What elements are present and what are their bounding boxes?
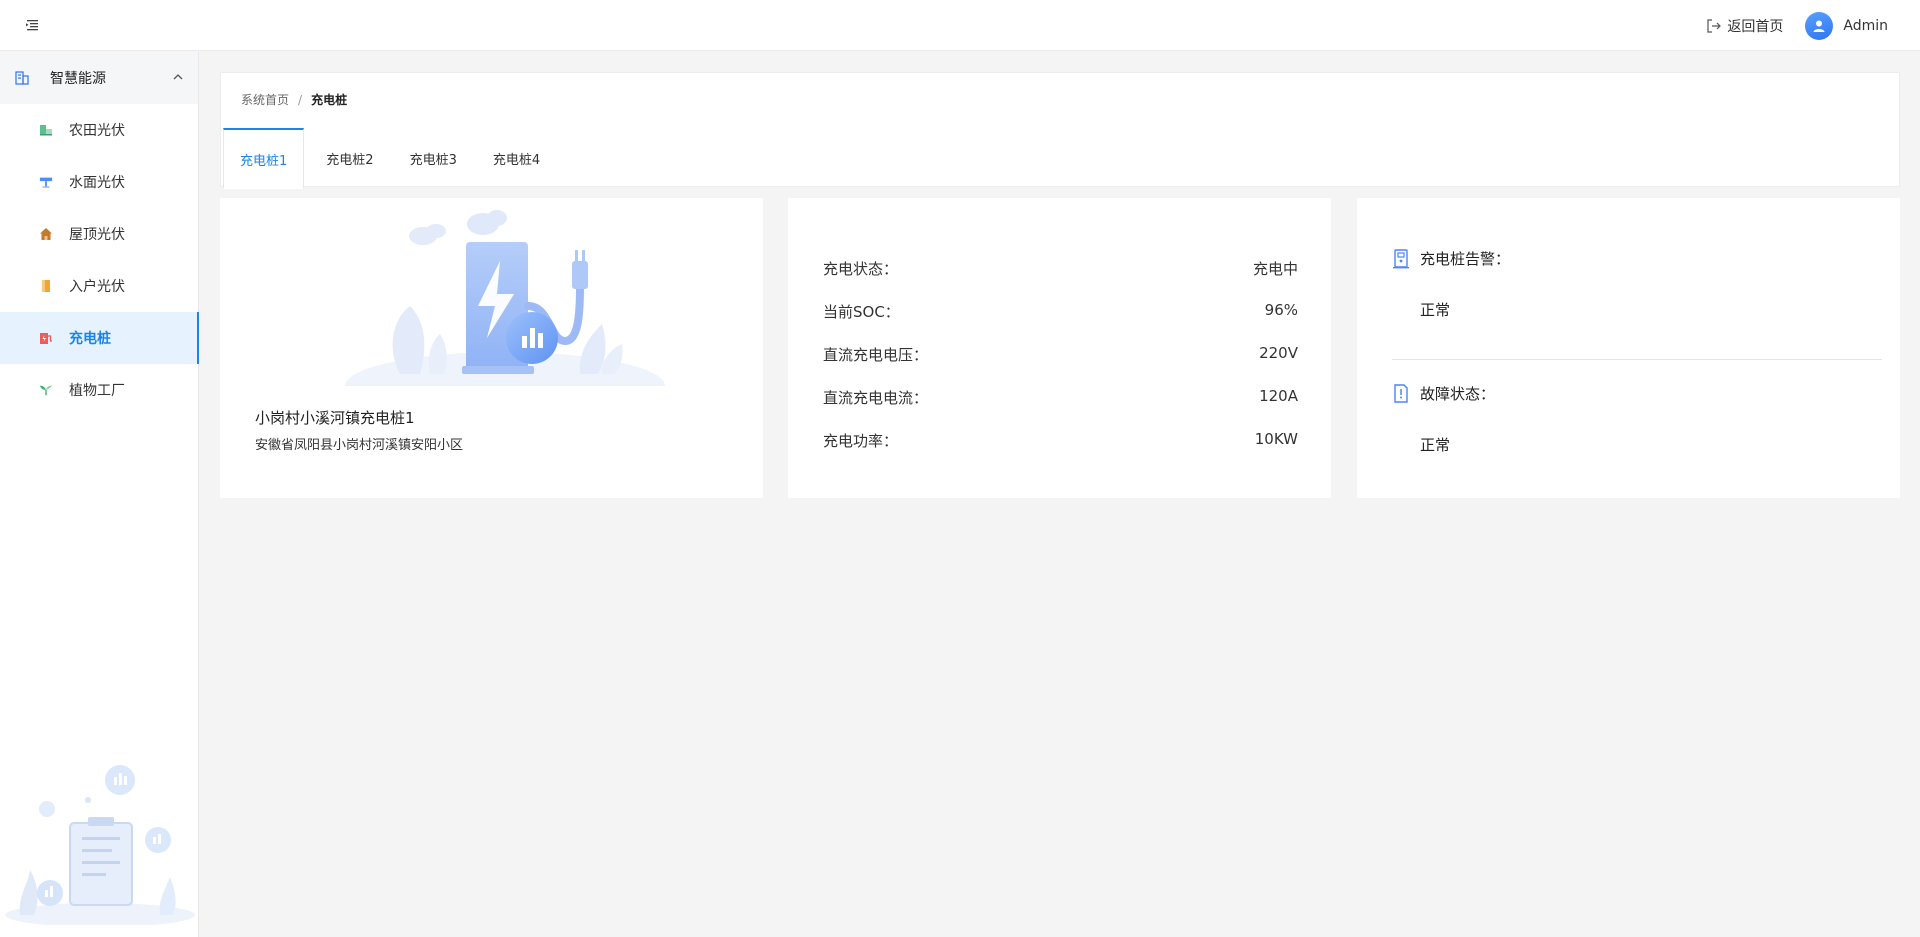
tab-charger-2[interactable]: 充电桩2 — [310, 128, 389, 188]
station-info-card: 小岗村小溪河镇充电桩1 安徽省凤阳县小岗村河溪镇安阳小区 — [220, 198, 763, 498]
stat-value: 120A — [1259, 387, 1298, 405]
water-solar-icon — [39, 175, 53, 189]
charger-alarm-icon — [1393, 248, 1409, 268]
user-icon — [1813, 20, 1825, 32]
charger-tabs: 充电桩1 充电桩2 充电桩3 充电桩4 — [223, 128, 560, 189]
charger-alarm-title: 充电桩告警： — [1420, 250, 1511, 268]
fault-status-title: 故障状态： — [1420, 385, 1496, 403]
back-home-button[interactable]: 返回首页 — [1705, 16, 1783, 36]
fault-status-block: 故障状态： 正常 — [1392, 383, 1882, 455]
stat-value: 10KW — [1254, 430, 1298, 448]
stat-label: 当前SOC： — [823, 303, 900, 321]
tab-charger-4[interactable]: 充电桩4 — [477, 128, 556, 188]
stat-row-dc-voltage: 直流充电电压： 220V — [823, 344, 1298, 365]
user-menu[interactable]: Admin — [1805, 11, 1888, 40]
chevron-up-icon — [173, 74, 183, 80]
stat-label: 充电状态： — [823, 260, 899, 278]
clipboard-illustration — [5, 765, 195, 925]
stat-row-status: 充电状态： 充电中 — [823, 258, 1298, 279]
sidebar-item-water-solar[interactable]: 水面光伏 — [0, 156, 198, 208]
fault-doc-icon — [1394, 383, 1408, 403]
farm-solar-icon — [39, 123, 53, 137]
sidebar-item-label: 农田光伏 — [69, 123, 125, 139]
breadcrumb: 系统首页 / 充电桩 — [241, 91, 347, 108]
stat-row-dc-current: 直流充电电流： 120A — [823, 387, 1298, 408]
fault-status-value: 正常 — [1420, 436, 1451, 454]
tab-charger-3[interactable]: 充电桩3 — [394, 128, 473, 188]
logout-icon — [1707, 18, 1722, 33]
sidebar-item-household-solar[interactable]: 入户光伏 — [0, 260, 198, 312]
menu-toggle-icon[interactable] — [24, 17, 40, 33]
door-icon — [39, 279, 53, 293]
sidebar-item-label: 水面光伏 — [69, 175, 125, 191]
breadcrumb-current: 充电桩 — [311, 93, 348, 107]
sidebar-group-label: 智慧能源 — [50, 71, 106, 87]
sidebar-group-smart-energy[interactable]: 智慧能源 — [0, 52, 198, 104]
sidebar-item-label: 入户光伏 — [69, 279, 125, 295]
user-name: Admin — [1843, 17, 1888, 34]
breadcrumb-tabs-card: 系统首页 / 充电桩 充电桩1 充电桩2 充电桩3 充电桩4 — [220, 72, 1900, 189]
building-icon — [15, 71, 29, 85]
stat-value: 充电中 — [1252, 260, 1298, 278]
station-name: 小岗村小溪河镇充电桩1 — [255, 409, 415, 427]
top-header: 返回首页 Admin — [0, 0, 1920, 51]
stat-label: 直流充电电流： — [823, 389, 929, 407]
charging-station-illustration — [345, 210, 665, 386]
sidebar-item-charger[interactable]: 充电桩 — [0, 312, 199, 364]
station-address: 安徽省凤阳县小岗村河溪镇安阳小区 — [255, 438, 464, 453]
sprout-icon — [39, 383, 53, 397]
sidebar-item-plant-factory[interactable]: 植物工厂 — [0, 364, 198, 416]
breadcrumb-home-link[interactable]: 系统首页 — [241, 91, 289, 108]
divider — [1392, 359, 1882, 360]
sidebar: 智慧能源 农田光伏 水面光伏 屋顶光伏 入户光伏 充电桩 植物工厂 — [0, 52, 199, 937]
charging-stats-card: 充电状态： 充电中 当前SOC： 96% 直流充电电压： 220V 直流充电电流… — [788, 198, 1331, 498]
sidebar-item-label: 充电桩 — [69, 331, 111, 347]
stat-label: 直流充电电压： — [823, 346, 929, 364]
house-icon — [39, 227, 53, 241]
sidebar-item-farm-solar[interactable]: 农田光伏 — [0, 104, 198, 156]
charger-alarm-block: 充电桩告警： 正常 — [1392, 248, 1882, 320]
tab-charger-1[interactable]: 充电桩1 — [223, 128, 305, 189]
stat-row-power: 充电功率： 10KW — [823, 430, 1298, 451]
charger-alarm-value: 正常 — [1420, 301, 1451, 319]
stat-value: 220V — [1259, 344, 1298, 362]
back-home-label: 返回首页 — [1727, 18, 1784, 35]
charger-icon — [39, 331, 53, 345]
stat-value: 96% — [1264, 301, 1298, 319]
stat-label: 充电功率： — [823, 432, 899, 450]
breadcrumb-separator: / — [298, 92, 303, 107]
avatar — [1805, 11, 1834, 40]
sidebar-item-rooftop-solar[interactable]: 屋顶光伏 — [0, 208, 198, 260]
stat-row-soc: 当前SOC： 96% — [823, 301, 1298, 322]
sidebar-item-label: 屋顶光伏 — [69, 227, 125, 243]
sidebar-item-label: 植物工厂 — [69, 383, 125, 399]
alert-status-card: 充电桩告警： 正常 故障状态： 正常 — [1357, 198, 1900, 498]
